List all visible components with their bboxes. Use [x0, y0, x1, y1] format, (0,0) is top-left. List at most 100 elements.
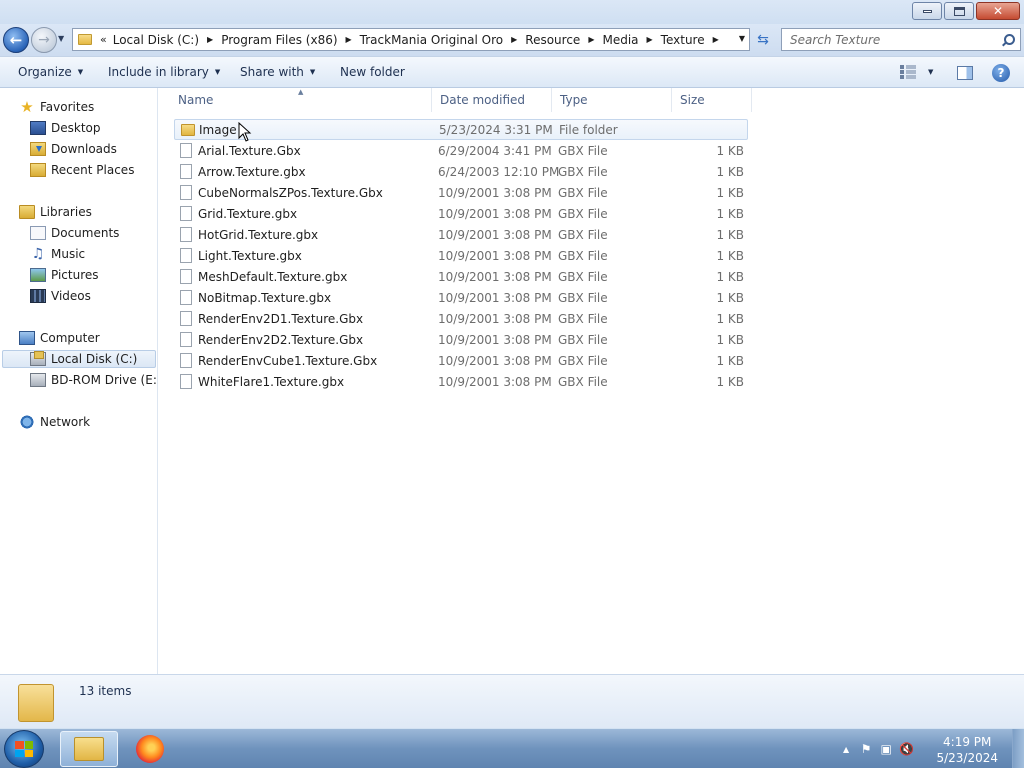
file-type: GBX File [558, 311, 608, 326]
file-name: RenderEnvCube1.Texture.Gbx [198, 353, 378, 368]
address-dropdown-button[interactable]: ▼ [739, 34, 745, 43]
search-placeholder: Search Texture [790, 32, 881, 47]
refresh-button[interactable]: ⇆ [752, 30, 774, 50]
folder-icon [78, 34, 92, 45]
nav-recent-places[interactable]: Recent Places [30, 161, 134, 179]
chevron-right-icon[interactable]: ▶ [346, 35, 352, 44]
search-input[interactable]: Search Texture [781, 28, 1021, 51]
address-bar[interactable]: « Local Disk (C:) ▶ Program Files (x86) … [72, 28, 750, 51]
nav-favorites[interactable]: ★ Favorites [19, 98, 94, 116]
column-header-size[interactable]: Size [672, 88, 752, 112]
file-icon [180, 227, 192, 242]
recent-pages-button[interactable]: ▼ [58, 34, 68, 46]
chevron-right-icon[interactable]: ▶ [713, 35, 719, 44]
nav-network[interactable]: Network [19, 413, 90, 431]
list-item[interactable]: Light.Texture.gbx 10/9/2001 3:08 PM GBX … [174, 245, 748, 266]
list-item[interactable]: Arrow.Texture.gbx 6/24/2003 12:10 PM GBX… [174, 161, 748, 182]
file-type: GBX File [558, 248, 608, 263]
navigation-pane: ★ Favorites Desktop Downloads Recent Plac… [0, 88, 158, 674]
nav-libraries[interactable]: Libraries [19, 203, 92, 221]
new-folder-label: New folder [340, 65, 405, 79]
caret-down-icon: ▼ [309, 68, 316, 76]
nav-pictures[interactable]: Pictures [30, 266, 99, 284]
breadcrumb-item[interactable]: Resource [525, 33, 580, 47]
volume-muted-icon[interactable]: 🔇 [899, 742, 914, 756]
breadcrumb-item[interactable]: Local Disk (C:) [113, 33, 199, 47]
file-size: 1 KB [716, 164, 744, 179]
chevron-right-icon[interactable]: ▶ [647, 35, 653, 44]
column-header-name[interactable]: Name [170, 88, 432, 112]
share-with-button[interactable]: Share with ▼ [240, 65, 315, 79]
list-item[interactable]: HotGrid.Texture.gbx 10/9/2001 3:08 PM GB… [174, 224, 748, 245]
list-item[interactable]: Image 5/23/2024 3:31 PM File folder [174, 119, 748, 140]
nav-label: Videos [51, 289, 91, 303]
nav-label: Local Disk (C:) [51, 352, 138, 366]
chevron-right-icon[interactable]: ▶ [511, 35, 517, 44]
search-icon[interactable] [1001, 33, 1015, 47]
file-date: 6/29/2004 3:41 PM [438, 143, 552, 158]
minimize-button[interactable] [912, 2, 942, 20]
caret-down-icon[interactable]: ▼ [928, 68, 933, 76]
list-item[interactable]: WhiteFlare1.Texture.gbx 10/9/2001 3:08 P… [174, 371, 748, 392]
column-label: Date modified [440, 93, 526, 107]
action-center-flag-icon[interactable]: ⚑ [859, 742, 873, 756]
list-item[interactable]: RenderEnvCube1.Texture.Gbx 10/9/2001 3:0… [174, 350, 748, 371]
nav-desktop[interactable]: Desktop [30, 119, 101, 137]
breadcrumb-item[interactable]: Media [602, 33, 638, 47]
file-icon [180, 185, 192, 200]
close-button[interactable]: ✕ [976, 2, 1020, 20]
nav-videos[interactable]: Videos [30, 287, 91, 305]
file-size: 1 KB [716, 227, 744, 242]
nav-computer[interactable]: Computer [19, 329, 100, 347]
new-folder-button[interactable]: New folder [340, 65, 405, 79]
music-icon: ♫ [31, 246, 45, 262]
preview-pane-icon[interactable] [957, 66, 973, 80]
list-item[interactable]: Arial.Texture.Gbx 6/29/2004 3:41 PM GBX … [174, 140, 748, 161]
list-item[interactable]: NoBitmap.Texture.gbx 10/9/2001 3:08 PM G… [174, 287, 748, 308]
clock[interactable]: 4:19 PM 5/23/2024 [936, 734, 998, 766]
back-button[interactable]: ← [3, 27, 29, 53]
nav-local-disk[interactable]: Local Disk (C:) [2, 350, 156, 368]
change-view-button[interactable]: ▼ [900, 65, 933, 79]
file-name: RenderEnv2D2.Texture.Gbx [198, 332, 364, 347]
breadcrumb-item[interactable]: TrackMania Original Oro [360, 33, 503, 47]
list-item[interactable]: CubeNormalsZPos.Texture.Gbx 10/9/2001 3:… [174, 182, 748, 203]
maximize-button[interactable] [944, 2, 974, 20]
taskbar-explorer-button[interactable] [60, 731, 118, 767]
overflow-chevron[interactable]: « [100, 33, 107, 46]
arrow-right-icon: → [38, 32, 50, 48]
file-icon [180, 206, 192, 221]
start-button[interactable] [4, 730, 44, 768]
file-size: 1 KB [716, 206, 744, 221]
show-desktop-button[interactable] [1012, 729, 1024, 768]
chevron-down-icon: ▼ [58, 34, 65, 43]
arrow-left-icon: ← [9, 31, 23, 49]
breadcrumb-item[interactable]: Program Files (x86) [221, 33, 337, 47]
column-header-type[interactable]: Type [552, 88, 672, 112]
nav-label: Network [40, 415, 91, 429]
nav-documents[interactable]: Documents [30, 224, 119, 242]
file-type: File folder [559, 122, 618, 137]
list-item[interactable]: RenderEnv2D1.Texture.Gbx 10/9/2001 3:08 … [174, 308, 748, 329]
breadcrumb-item[interactable]: Texture [661, 33, 705, 47]
list-item[interactable]: MeshDefault.Texture.gbx 10/9/2001 3:08 P… [174, 266, 748, 287]
network-status-icon[interactable]: ▣ [879, 742, 893, 756]
file-size: 1 KB [716, 353, 744, 368]
taskbar-firefox-button[interactable] [121, 731, 179, 767]
chevron-right-icon[interactable]: ▶ [207, 35, 213, 44]
organize-button[interactable]: Organize ▼ [18, 65, 83, 79]
help-icon[interactable]: ? [992, 64, 1010, 82]
nav-bd-rom[interactable]: BD-ROM Drive (E:) T [30, 371, 157, 389]
include-in-library-button[interactable]: Include in library ▼ [108, 65, 220, 79]
show-hidden-icons-button[interactable]: ▲ [843, 745, 849, 754]
file-date: 10/9/2001 3:08 PM [438, 290, 552, 305]
nav-downloads[interactable]: Downloads [30, 140, 117, 158]
list-item[interactable]: Grid.Texture.gbx 10/9/2001 3:08 PM GBX F… [174, 203, 748, 224]
column-header-date-modified[interactable]: Date modified [432, 88, 552, 112]
list-item[interactable]: RenderEnv2D2.Texture.Gbx 10/9/2001 3:08 … [174, 329, 748, 350]
optical-drive-icon [30, 373, 46, 387]
chevron-right-icon[interactable]: ▶ [588, 35, 594, 44]
forward-button[interactable]: → [31, 27, 57, 53]
file-icon [180, 311, 192, 326]
nav-music[interactable]: ♫ Music [30, 245, 85, 263]
